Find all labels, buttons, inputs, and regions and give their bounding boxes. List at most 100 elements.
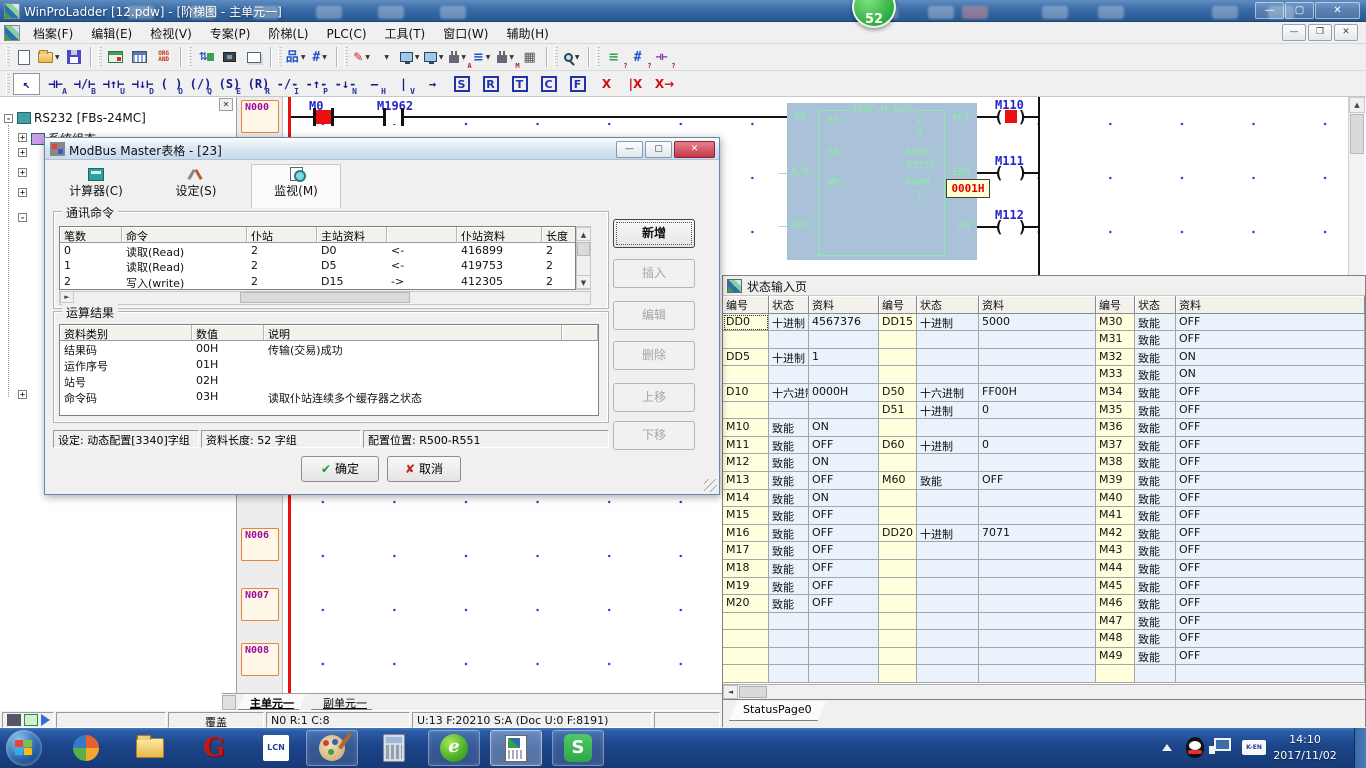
status-cell[interactable]: DD0 [723,314,769,332]
status-cell[interactable]: M16 [723,525,769,543]
comm-cell[interactable]: D5 [317,258,387,274]
status-cell[interactable]: OFF [1176,384,1365,402]
menu-item-1[interactable]: 编辑(E) [82,22,141,44]
comm-cell[interactable]: 读取(Read) [122,258,247,274]
status-cell[interactable]: M15 [723,507,769,525]
status-cell[interactable] [917,490,979,508]
status-cell[interactable]: 十六进制 [769,384,809,402]
status-cell[interactable] [979,648,1096,666]
dialog-maximize-button[interactable]: ▢ [645,141,672,158]
coil-set-button[interactable]: (S)E [216,73,243,95]
status-cell[interactable]: 5000 [979,314,1096,332]
status-cell[interactable] [879,578,917,596]
status-cell[interactable] [917,507,979,525]
comm-cell[interactable]: 2 [247,243,317,259]
status-cell[interactable] [879,560,917,578]
status-cell[interactable] [917,648,979,666]
status-cell[interactable]: 致能 [917,472,979,490]
comm-cell[interactable]: -> [387,274,457,290]
status-cell[interactable] [917,560,979,578]
tab-settings[interactable]: 设定(S) [151,166,241,206]
status-cell[interactable]: 致能 [769,454,809,472]
status-cell[interactable] [769,665,809,683]
delete-vline-button[interactable]: |X [622,73,649,95]
monitor-2-icon[interactable]: ▼ [423,46,445,68]
status-cell[interactable] [979,613,1096,631]
status-cell[interactable]: M35 [1096,402,1135,420]
comm-cell[interactable]: 416899 [457,243,542,259]
func-r-button[interactable]: R [477,73,504,95]
status-cell[interactable] [723,402,769,420]
select-tool-button[interactable]: ↖ [13,73,40,95]
status-cell[interactable] [879,454,917,472]
status-cell[interactable]: M11 [723,437,769,455]
status-cell[interactable]: ON [809,454,879,472]
status-cell[interactable] [879,490,917,508]
taskbar-paint[interactable] [306,730,358,766]
comm-cell[interactable]: 2 [542,274,576,290]
project-tree-icon[interactable]: 品▼ [285,46,307,68]
toolbar-handle[interactable] [554,47,558,67]
status-cell[interactable] [917,454,979,472]
comm-cell[interactable]: 读取(Read) [122,243,247,259]
status-cell[interactable]: DD15 [879,314,917,332]
tab-calculator[interactable]: 计算器(C) [51,166,141,206]
status-cell[interactable] [879,366,917,384]
table-horizontal-scrollbar[interactable]: ◄ ► [59,291,591,305]
status-cell[interactable]: M17 [723,542,769,560]
cancel-button[interactable]: ✘取消 [387,456,461,482]
dropdown-arrow[interactable]: ▼ [415,54,420,61]
status-cell[interactable] [1096,665,1135,683]
status-cell[interactable]: 十进制 [917,402,979,420]
mdi-close-button[interactable]: ✕ [1334,24,1358,41]
status-cell[interactable]: 致能 [1135,349,1176,367]
toolbar-handle[interactable] [278,47,282,67]
status-cell[interactable]: M39 [1096,472,1135,490]
resize-grip[interactable] [704,479,717,492]
status-cell[interactable]: 致能 [769,560,809,578]
taskbar-g-app[interactable]: G [188,730,240,766]
comm-cell[interactable]: <- [387,258,457,274]
status-cell[interactable]: 致能 [1135,525,1176,543]
status-cell[interactable] [723,648,769,666]
ladder-view-icon[interactable]: #▼ [309,46,331,68]
status-cell[interactable] [723,331,769,349]
status-cell[interactable]: M46 [1096,595,1135,613]
qq-icon[interactable] [1186,737,1204,758]
status-cell[interactable]: D50 [879,384,917,402]
ladder-help-icon[interactable]: #? [627,46,649,68]
func-t-button[interactable]: T [506,73,533,95]
dropdown-arrow[interactable]: ▼ [55,54,60,61]
toolbar-handle[interactable] [98,47,102,67]
dropdown-arrow[interactable]: ▼ [461,54,466,61]
status-cell[interactable]: 致能 [1135,384,1176,402]
tree-expand-node[interactable]: + [18,168,27,177]
online-run-icon[interactable]: ▼ [375,46,397,68]
vertical-line-button[interactable]: |V [390,73,417,95]
comm-cell[interactable]: 2 [542,258,576,274]
invert-element-button[interactable]: -/-I [274,73,301,95]
toolbar-handle[interactable] [6,47,10,67]
status-cell[interactable]: 0 [979,437,1096,455]
scrollbar-thumb[interactable] [1350,114,1364,154]
toolbar-handle[interactable] [344,47,348,67]
show-desktop-button[interactable] [1354,728,1366,768]
status-cell[interactable]: M45 [1096,578,1135,596]
rising-edge-button[interactable]: -↑-P [303,73,330,95]
status-cell[interactable]: 致能 [1135,490,1176,508]
status-cell[interactable]: M13 [723,472,769,490]
tree-expand-node[interactable]: + [18,188,27,197]
toolbar-handle[interactable] [6,74,10,94]
status-cell[interactable] [809,665,879,683]
taskbar-explorer[interactable] [124,730,176,766]
menu-item-7[interactable]: 窗口(W) [434,22,497,44]
status-cell[interactable] [979,665,1096,683]
tree-expand-node[interactable]: + [18,390,27,399]
status-cell[interactable]: 致能 [769,578,809,596]
status-cell[interactable]: OFF [979,472,1096,490]
menu-item-0[interactable]: 档案(F) [24,22,82,44]
status-cell[interactable]: 致能 [1135,331,1176,349]
toolbar-handle[interactable] [596,47,600,67]
status-cell[interactable]: ON [1176,349,1365,367]
status-cell[interactable]: 致能 [769,437,809,455]
